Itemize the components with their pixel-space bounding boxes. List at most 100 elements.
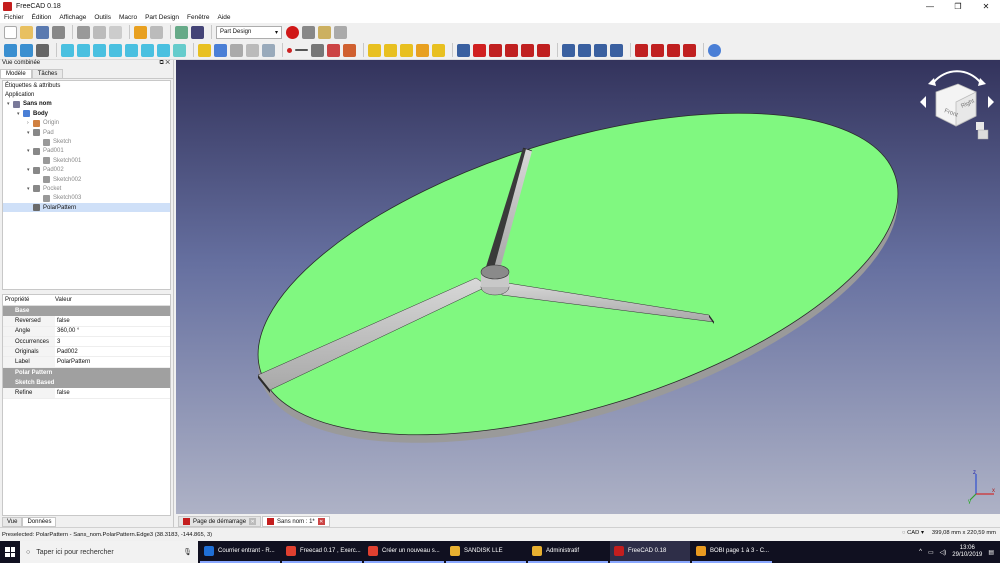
save-icon[interactable] <box>36 25 49 39</box>
property-value[interactable]: false <box>55 318 70 324</box>
taskbar-app-3[interactable]: SANDISK LLE <box>446 541 526 563</box>
right-view-icon[interactable] <box>109 43 122 57</box>
property-row-reversed[interactable]: Reversed false <box>3 316 170 327</box>
cut-icon[interactable] <box>77 25 90 39</box>
pad-icon[interactable] <box>368 43 381 57</box>
taskbar-app-4[interactable]: Administratif <box>528 541 608 563</box>
linear-pattern-icon[interactable] <box>578 43 591 57</box>
mirrored-icon[interactable] <box>562 43 575 57</box>
print-icon[interactable] <box>52 25 65 39</box>
draft-icon[interactable] <box>667 43 680 57</box>
subtractive-loft-icon[interactable] <box>505 43 518 57</box>
left-view-icon[interactable] <box>157 43 170 57</box>
bottom-view-icon[interactable] <box>141 43 154 57</box>
tree-item-polarpattern[interactable]: PolarPattern <box>3 203 170 213</box>
property-group-sketch-based[interactable]: Sketch Based <box>3 378 170 389</box>
chamfer-icon[interactable] <box>651 43 664 57</box>
close-button[interactable]: ✕ <box>972 0 1000 12</box>
property-value[interactable]: 360,00 ° <box>55 328 79 334</box>
attach-sketch-icon[interactable] <box>246 43 259 57</box>
front-view-icon[interactable] <box>77 43 90 57</box>
revolution-icon[interactable] <box>384 43 397 57</box>
taskbar-app-6[interactable]: BOBI page 1 à 3 - C... <box>692 541 772 563</box>
tab-modele[interactable]: Modèle <box>0 69 32 78</box>
isometric-view-icon[interactable] <box>61 43 74 57</box>
property-value[interactable]: PolarPattern <box>55 359 90 365</box>
menu-aide[interactable]: Aide <box>213 14 234 21</box>
draw-style-icon[interactable] <box>36 43 49 57</box>
clock[interactable]: 13:06 29/10/2019 <box>952 545 982 559</box>
shape-binder-icon[interactable] <box>343 43 356 57</box>
tree-item-sketch002[interactable]: Sketch002 <box>3 175 170 184</box>
tree-item-pad001[interactable]: ▾ Pad001 <box>3 147 170 156</box>
center-hub[interactable] <box>480 264 510 296</box>
redo-icon[interactable] <box>150 25 163 39</box>
tab-donnees[interactable]: Données <box>22 517 57 527</box>
edit-macro-icon[interactable] <box>318 25 331 39</box>
whats-this-icon[interactable] <box>191 25 204 39</box>
menu-affichage[interactable]: Affichage <box>55 14 90 21</box>
fit-all-icon[interactable] <box>4 43 17 57</box>
record-macro-icon[interactable] <box>286 25 299 39</box>
3d-viewport[interactable]: Front Right z x y <box>176 60 1000 514</box>
subtractive-pipe-icon[interactable] <box>521 43 534 57</box>
tree-item-sketch003[interactable]: Sketch003 <box>3 194 170 203</box>
polar-pattern-icon[interactable] <box>594 43 607 57</box>
property-value[interactable]: false <box>55 390 70 396</box>
property-row-occurrences[interactable]: Occurrences 3 <box>3 336 170 348</box>
tree-item-pocket[interactable]: ▾ Pocket <box>3 184 170 193</box>
menu-fichier[interactable]: Fichier <box>0 14 28 21</box>
datum-line-icon[interactable] <box>295 49 308 51</box>
property-row-refine[interactable]: Refine false <box>3 388 170 399</box>
paste-icon[interactable] <box>109 25 122 39</box>
tray-chevron-icon[interactable]: ^ <box>919 549 922 555</box>
disk-top-face[interactable] <box>221 60 934 499</box>
tree-item-body[interactable]: ▾ Body <box>3 109 170 118</box>
tree-item-sans nom[interactable]: ▾ Sans nom <box>3 100 170 109</box>
boolean-icon[interactable] <box>708 43 721 57</box>
loft-icon[interactable] <box>400 43 413 57</box>
notifications-icon[interactable]: ▤ <box>988 549 994 556</box>
close-tab-icon[interactable]: ✕ <box>249 518 257 525</box>
copy-icon[interactable] <box>93 25 106 39</box>
3d-model-scene[interactable] <box>176 60 1000 514</box>
close-tab-icon[interactable]: ✕ <box>317 518 325 525</box>
measure-icon[interactable] <box>173 43 186 57</box>
view-sketch-icon[interactable] <box>262 43 275 57</box>
taskbar-app-5[interactable]: FreeCAD 0.18 <box>610 541 690 563</box>
tree-item-sketch001[interactable]: Sketch001 <box>3 156 170 165</box>
hole-icon[interactable] <box>473 43 486 57</box>
multi-transform-icon[interactable] <box>610 43 623 57</box>
network-icon[interactable]: ▭ <box>928 549 934 556</box>
tree-item-origin[interactable]: › Origin <box>3 119 170 128</box>
menu-outils[interactable]: Outils <box>90 14 115 21</box>
taskbar-search[interactable]: ○ Taper ici pour rechercher 🎙 <box>20 541 198 563</box>
validate-sketch-icon[interactable] <box>230 43 243 57</box>
datum-point-icon[interactable] <box>287 47 292 53</box>
tab-sans-nom[interactable]: Sans nom : 1* ✕ <box>262 516 330 527</box>
taskbar-app-2[interactable]: Créer un nouveau s... <box>364 541 444 563</box>
navigation-style[interactable]: ◌ CAD ▾ <box>902 530 924 536</box>
property-row-label[interactable]: Label PolarPattern <box>3 357 170 368</box>
datum-plane-icon[interactable] <box>311 43 324 57</box>
pocket-icon[interactable] <box>457 43 470 57</box>
thickness-icon[interactable] <box>683 43 696 57</box>
minimize-button[interactable]: — <box>916 0 944 12</box>
additive-primitive-icon[interactable] <box>432 43 445 57</box>
fillet-icon[interactable] <box>635 43 648 57</box>
tree-item-pad002[interactable]: ▾ Pad002 <box>3 166 170 175</box>
property-group-polar-pattern[interactable]: Polar Pattern <box>3 367 170 379</box>
tab-vue[interactable]: Vue <box>2 517 23 527</box>
create-body-icon[interactable] <box>198 43 211 57</box>
panel-float-close-icon[interactable]: ⧉ ✕ <box>159 60 170 69</box>
property-group-base[interactable]: Base <box>3 306 170 317</box>
workbench-select[interactable]: Part Design ▾ <box>216 25 282 39</box>
pipe-icon[interactable] <box>416 43 429 57</box>
tab-start-page[interactable]: Page de démarrage ✕ <box>178 516 262 527</box>
maximize-button[interactable]: ❐ <box>944 0 972 12</box>
tree-item-pad[interactable]: ▾ Pad <box>3 128 170 137</box>
new-file-icon[interactable] <box>4 25 17 39</box>
top-view-icon[interactable] <box>93 43 106 57</box>
fit-selection-icon[interactable] <box>20 43 33 57</box>
menu-fenetre[interactable]: Fenêtre <box>183 14 213 21</box>
